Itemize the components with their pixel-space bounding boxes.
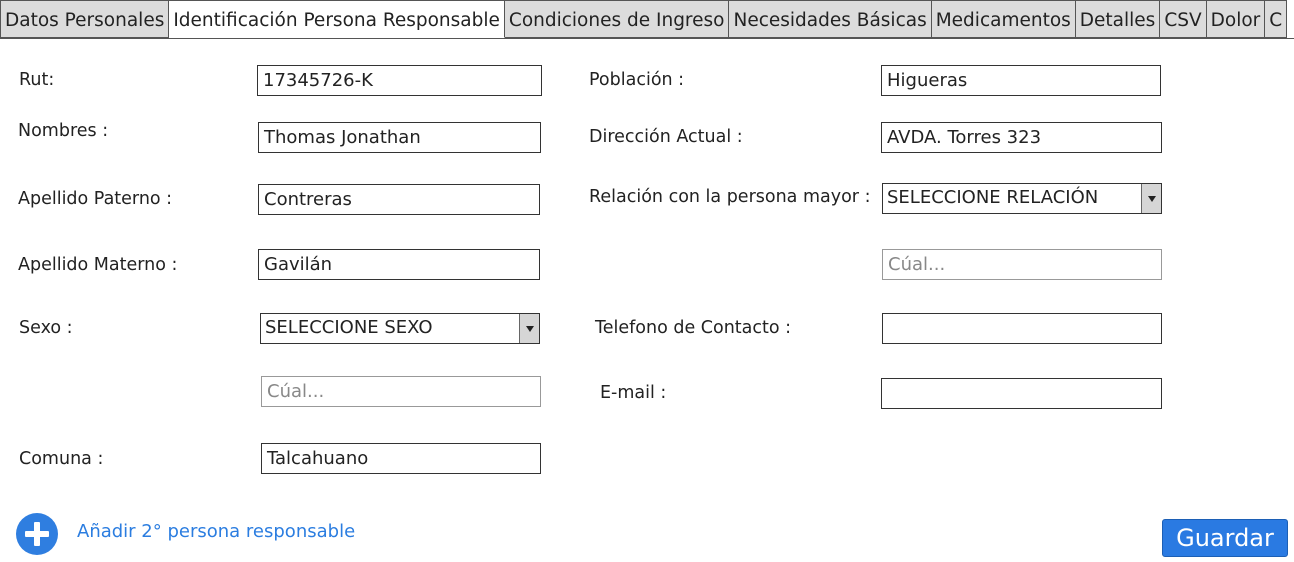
sexo-select[interactable]: SELECCIONE SEXO (260, 313, 540, 344)
email-label: E-mail : (600, 383, 667, 403)
relacion-other-field[interactable]: Cúal... (882, 249, 1162, 280)
tab-detalles[interactable]: Detalles (1075, 0, 1161, 38)
poblacion-field[interactable]: Higueras (881, 65, 1161, 96)
sexo-dropdown-button[interactable] (519, 314, 539, 343)
comuna-field[interactable]: Talcahuano (261, 443, 541, 474)
relacion-select[interactable]: SELECCIONE RELACIÓN (882, 183, 1162, 214)
nombres-field[interactable]: Thomas Jonathan (258, 122, 541, 153)
tab-medicamentos[interactable]: Medicamentos (931, 0, 1076, 38)
poblacion-label: Población : (589, 70, 685, 90)
relacion-select-value: SELECCIONE RELACIÓN (887, 187, 1099, 208)
tab-necesidades-basicas[interactable]: Necesidades Básicas (729, 0, 932, 38)
apellido-materno-field[interactable]: Gavilán (258, 249, 540, 280)
rut-label: Rut: (19, 70, 55, 90)
tab-identificacion-persona-responsable[interactable]: Identificación Persona Responsable (169, 0, 505, 38)
direccion-field[interactable]: AVDA. Torres 323 (881, 122, 1162, 153)
rut-field[interactable]: 17345726-K (257, 65, 542, 96)
plus-circle-icon[interactable] (16, 513, 58, 555)
email-field[interactable] (881, 378, 1162, 409)
sexo-select-value: SELECCIONE SEXO (265, 317, 433, 338)
tab-csv[interactable]: CSV (1160, 0, 1207, 38)
chevron-down-icon (525, 325, 534, 332)
tab-datos-personales[interactable]: Datos Personales (0, 0, 170, 38)
save-button[interactable]: Guardar (1162, 519, 1288, 557)
tab-bar: Datos Personales Identificación Persona … (0, 0, 1294, 39)
telefono-field[interactable] (882, 313, 1162, 344)
tab-dolor[interactable]: Dolor (1206, 0, 1266, 38)
direccion-label: Dirección Actual : (589, 127, 743, 147)
sexo-label: Sexo : (19, 318, 73, 338)
relacion-label: Relación con la persona mayor : (589, 187, 871, 207)
relacion-dropdown-button[interactable] (1141, 184, 1161, 213)
chevron-down-icon (1147, 195, 1156, 202)
add-second-responsible-link[interactable]: Añadir 2° persona responsable (77, 521, 355, 542)
nombres-label: Nombres : (18, 121, 109, 141)
tab-condiciones-de-ingreso[interactable]: Condiciones de Ingreso (504, 0, 730, 38)
comuna-label: Comuna : (19, 449, 104, 469)
telefono-label: Telefono de Contacto : (595, 318, 792, 338)
tab-overflow[interactable]: C (1265, 0, 1288, 38)
sexo-other-field[interactable]: Cúal... (261, 376, 541, 407)
apellido-materno-label: Apellido Materno : (18, 255, 178, 275)
apellido-paterno-label: Apellido Paterno : (18, 189, 173, 209)
apellido-paterno-field[interactable]: Contreras (258, 184, 540, 215)
